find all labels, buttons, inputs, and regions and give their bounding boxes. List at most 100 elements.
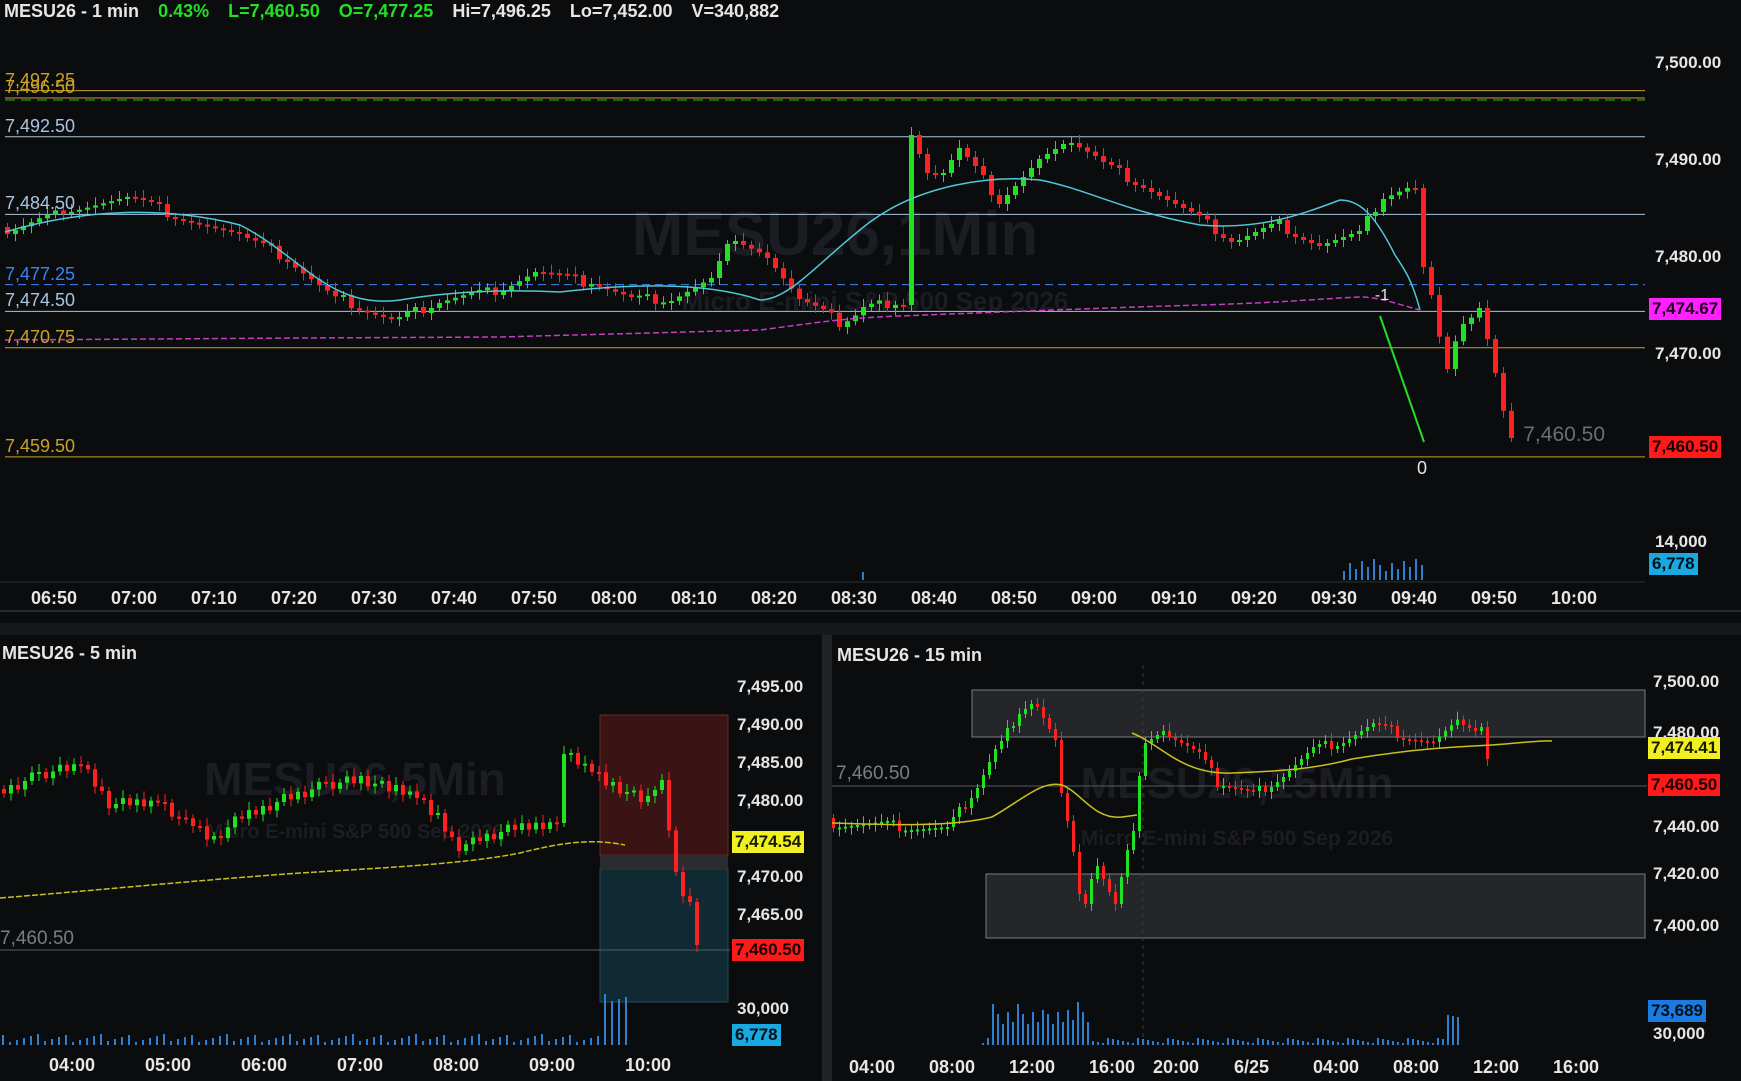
candle bbox=[1293, 234, 1298, 237]
volume-bar bbox=[1167, 1038, 1169, 1045]
candle bbox=[177, 816, 181, 819]
candle bbox=[366, 776, 370, 787]
candle bbox=[1210, 760, 1213, 768]
candle bbox=[805, 299, 810, 303]
volume-bar bbox=[1257, 1038, 1259, 1045]
volume-bar bbox=[1272, 1041, 1274, 1045]
volume-bar bbox=[1157, 1042, 1159, 1045]
volume-bar bbox=[1082, 1012, 1084, 1045]
candle bbox=[604, 772, 608, 786]
candle bbox=[37, 218, 42, 223]
candle bbox=[934, 828, 937, 830]
plot-area-1min[interactable]: MESU26,1Min Micro E-mini S&P 500 Sep 202… bbox=[0, 0, 1645, 585]
candle bbox=[1030, 704, 1033, 709]
volume-tag: 73,689 bbox=[1648, 1000, 1706, 1022]
candle bbox=[165, 204, 170, 217]
volume-bar bbox=[527, 1038, 529, 1045]
time-tick: 6/25 bbox=[1234, 1057, 1270, 1077]
volume-bar bbox=[1047, 1014, 1049, 1045]
candle bbox=[93, 769, 97, 787]
candle bbox=[637, 295, 642, 298]
price-tick: 7,490.00 bbox=[737, 715, 804, 734]
volume-bar bbox=[142, 1040, 144, 1045]
candle bbox=[450, 831, 454, 837]
level-label: 7,460.50 bbox=[0, 928, 74, 949]
candle bbox=[2, 789, 6, 794]
candle bbox=[1186, 743, 1189, 746]
candle bbox=[589, 284, 594, 287]
volume-bar bbox=[1442, 1039, 1444, 1045]
candle bbox=[125, 196, 130, 199]
candle bbox=[275, 802, 279, 811]
candle bbox=[181, 219, 186, 221]
chart-pane-15min[interactable]: MESU26 - 15 min MESU26,15Min Micro E-min… bbox=[832, 635, 1741, 1081]
candle bbox=[141, 198, 146, 200]
candle bbox=[1288, 771, 1291, 777]
volume-bar bbox=[79, 1040, 81, 1045]
candle bbox=[197, 222, 202, 225]
price-level-label: 7,484.50 bbox=[5, 193, 76, 214]
plot-area-5min[interactable]: MESU26,5Min Micro E-mini S&P 500 Sep 202… bbox=[0, 635, 730, 1081]
candle bbox=[117, 199, 122, 202]
candle bbox=[513, 824, 517, 830]
candle bbox=[229, 230, 234, 233]
candle bbox=[1157, 192, 1162, 196]
horizontal-scrollbar[interactable] bbox=[0, 610, 1741, 612]
chart-pane-1min[interactable]: MESU26 - 1 min 0.43% L=7,460.50 O=7,477.… bbox=[0, 0, 1741, 612]
volume-bar bbox=[1177, 1040, 1179, 1045]
candle bbox=[829, 309, 834, 313]
candle bbox=[387, 781, 391, 792]
candle bbox=[653, 294, 658, 304]
volume-bar bbox=[1097, 1042, 1099, 1045]
candle bbox=[982, 775, 985, 788]
candle bbox=[1045, 154, 1050, 159]
candle bbox=[922, 829, 925, 831]
price-tick: 7,500.00 bbox=[1655, 53, 1722, 72]
candle bbox=[717, 261, 722, 278]
candle bbox=[345, 776, 349, 783]
price-tick: 7,495.00 bbox=[737, 677, 804, 696]
candle bbox=[170, 802, 174, 817]
candle bbox=[1205, 215, 1210, 220]
price-tick: 7,490.00 bbox=[1655, 150, 1722, 169]
candle bbox=[1222, 786, 1225, 788]
volume-bar bbox=[1017, 1004, 1019, 1045]
candle bbox=[1024, 709, 1027, 714]
chart-pane-5min[interactable]: MESU26 - 5 min MESU26,5Min Micro E-mini … bbox=[0, 635, 822, 1081]
volume-bar bbox=[114, 1039, 116, 1045]
candle bbox=[1270, 787, 1273, 792]
volume-bar bbox=[1417, 1040, 1419, 1045]
volume-bar bbox=[1402, 1043, 1404, 1045]
candle bbox=[44, 772, 48, 779]
volume-bar bbox=[1122, 1041, 1124, 1045]
volume-bar bbox=[1367, 567, 1369, 580]
volume-bar bbox=[1217, 1042, 1219, 1045]
vertical-splitter[interactable] bbox=[822, 635, 832, 1081]
volume-bar bbox=[590, 1038, 592, 1045]
plot-area-15min[interactable]: MESU26,15Min Micro E-mini S&P 500 Sep 20… bbox=[832, 635, 1647, 1081]
volume-bar bbox=[1012, 1022, 1014, 1045]
volume-bar bbox=[1457, 1017, 1459, 1045]
time-tick: 08:40 bbox=[911, 588, 958, 608]
volume-bar bbox=[471, 1036, 473, 1045]
candle bbox=[1036, 704, 1039, 707]
candle bbox=[1221, 234, 1226, 238]
candle bbox=[189, 220, 194, 223]
candle bbox=[660, 780, 664, 790]
volume-bar bbox=[457, 1040, 459, 1045]
candle bbox=[163, 802, 167, 804]
volume-bar bbox=[338, 1038, 340, 1045]
horizontal-splitter[interactable] bbox=[0, 623, 1741, 635]
volume-bar bbox=[184, 1037, 186, 1045]
time-tick: 06:00 bbox=[241, 1055, 288, 1075]
time-tick: 10:00 bbox=[625, 1055, 672, 1075]
candle bbox=[757, 248, 762, 253]
candle bbox=[461, 295, 466, 298]
volume-bar bbox=[401, 1038, 403, 1045]
time-tick: 07:00 bbox=[111, 588, 158, 608]
candle bbox=[1501, 373, 1506, 411]
candle bbox=[629, 294, 634, 297]
candle bbox=[205, 826, 209, 840]
candle bbox=[994, 749, 997, 762]
candle bbox=[324, 781, 328, 784]
